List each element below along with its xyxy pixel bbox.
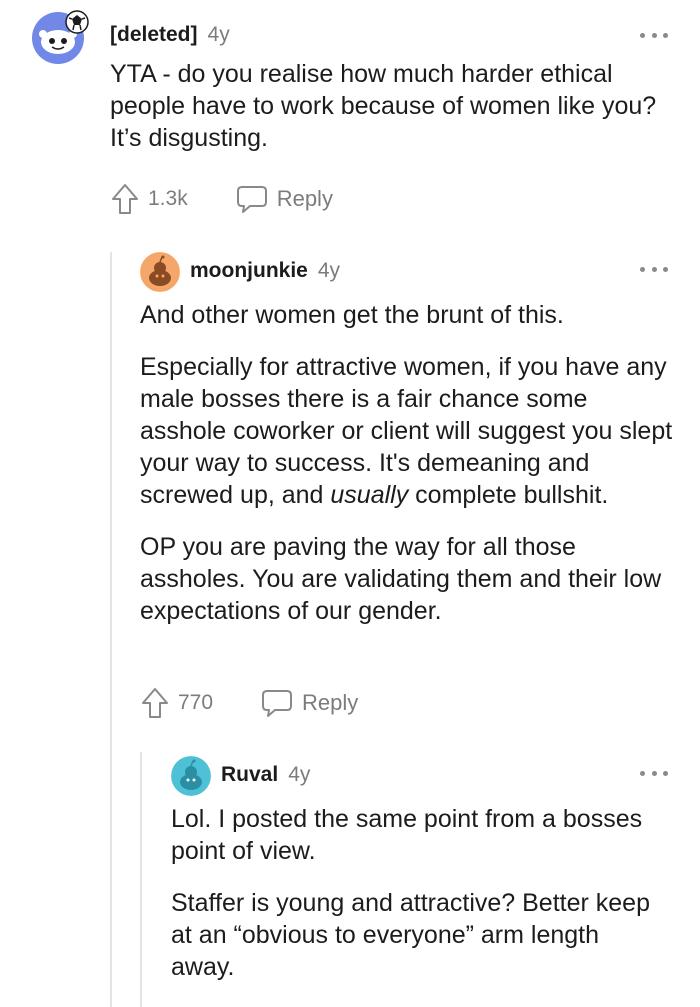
upvote-count: 770 <box>178 691 214 714</box>
reply-label: Reply <box>302 690 359 715</box>
more-dots-icon <box>640 266 645 272</box>
more-dots-icon-dot <box>651 266 657 272</box>
snoo-avatar-icon <box>140 252 180 292</box>
comment-age: 4y <box>207 23 230 46</box>
avatar[interactable] <box>171 756 211 796</box>
thread-line-level-1[interactable] <box>110 252 112 1007</box>
upvote-arrow-icon <box>112 184 138 214</box>
comment-paragraph: Lol. I posted the same point from a boss… <box>171 805 643 865</box>
comment-body: Lol. I posted the same point from a boss… <box>171 803 661 983</box>
speech-bubble-icon <box>262 690 293 717</box>
more-dots-icon-dot <box>663 32 668 38</box>
more-dots-icon-dot <box>651 32 657 38</box>
more-dots-icon-dot <box>663 770 668 776</box>
reply-button[interactable]: Reply <box>261 688 358 718</box>
upvote-button[interactable]: 1.3k <box>110 182 188 216</box>
more-dots-icon-dot <box>663 266 668 272</box>
comment-paragraph: And other women get the brunt of this. <box>140 301 564 329</box>
speech-bubble-icon <box>236 186 267 213</box>
comment-paragraph: Staffer is young and attractive? Better … <box>171 889 650 981</box>
avatar[interactable] <box>140 252 180 292</box>
more-dots-icon-dot <box>651 770 657 776</box>
more-options-button[interactable] <box>640 768 668 778</box>
more-options-button[interactable] <box>640 30 668 40</box>
more-dots-icon <box>640 770 645 776</box>
reply-button[interactable]: Reply <box>236 184 333 214</box>
comment-paragraph: OP you are paving the way for all those … <box>140 533 662 625</box>
comment-body: And other women get the brunt of this. E… <box>140 299 680 627</box>
snoo-avatar-icon <box>171 756 211 796</box>
comment-author[interactable]: moonjunkie <box>190 259 308 283</box>
comment-author[interactable]: [deleted] <box>110 23 198 47</box>
comment-paragraph: Especially for attractive women, if you … <box>140 351 680 511</box>
upvote-count: 1.3k <box>148 187 188 210</box>
avatar[interactable] <box>30 6 90 66</box>
comment-age: 4y <box>317 259 341 282</box>
comment-age: 4y <box>288 763 311 786</box>
thread-line-level-2[interactable] <box>140 752 142 1007</box>
more-options-button[interactable] <box>640 264 668 274</box>
reply-label: Reply <box>276 186 333 211</box>
comment-paragraph: YTA - do you realise how much harder eth… <box>110 60 657 152</box>
more-dots-icon <box>640 32 645 38</box>
comment-body: YTA - do you realise how much harder eth… <box>110 58 680 154</box>
comment-author[interactable]: Ruval <box>221 763 278 787</box>
upvote-button[interactable]: 770 <box>140 686 213 720</box>
paragraph-text-tail: complete bullshit. <box>408 481 609 509</box>
italic-text: usually <box>330 481 409 509</box>
upvote-arrow-icon <box>142 688 168 718</box>
snoo-avatar-icon <box>32 10 89 64</box>
